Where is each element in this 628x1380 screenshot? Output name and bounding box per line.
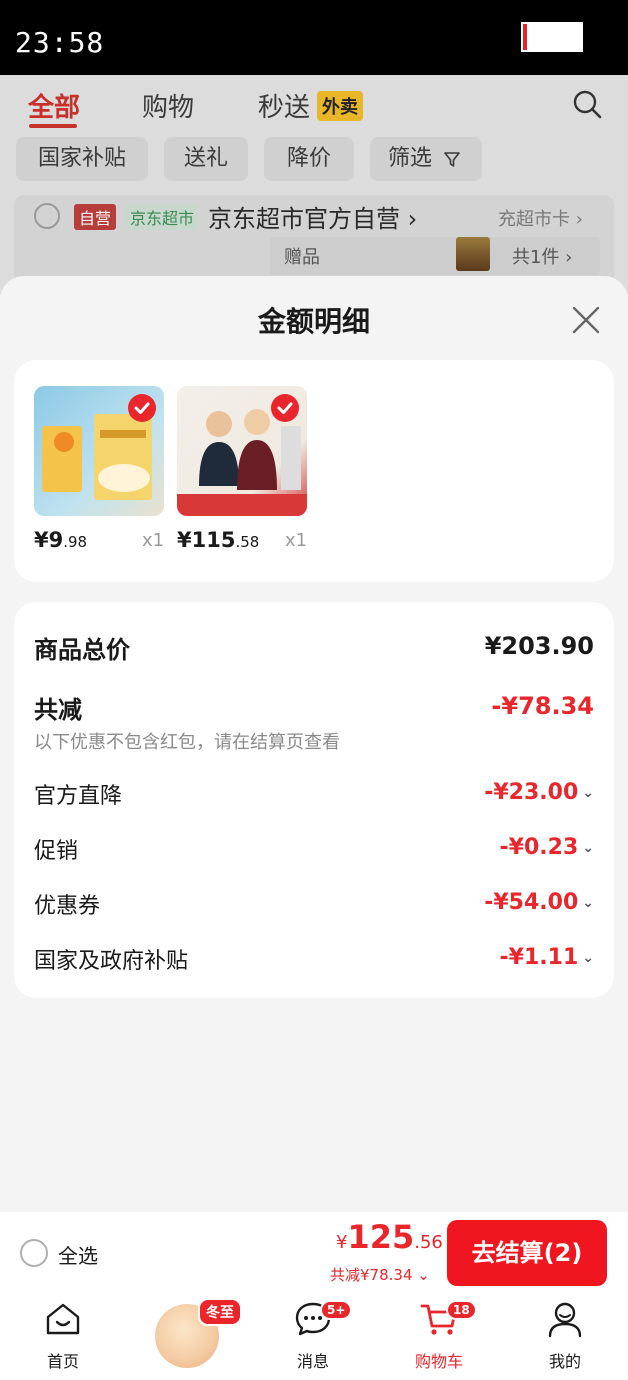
nav-home-label: 首页 bbox=[46, 1352, 79, 1371]
search-icon[interactable] bbox=[572, 89, 602, 119]
nav-cart[interactable]: 18 购物车 bbox=[394, 1296, 484, 1380]
tab-express[interactable]: 秒送 bbox=[258, 87, 310, 124]
chevron-down-icon: ⌄ bbox=[582, 895, 594, 911]
check-icon bbox=[128, 394, 156, 422]
official-discount-value[interactable]: -¥23.00 ⌄ bbox=[484, 780, 594, 805]
status-bar: 23:58 bbox=[0, 0, 628, 75]
store-name[interactable]: 京东超市官方自营 › bbox=[208, 199, 417, 234]
mascot-badge: 冬至 bbox=[198, 1298, 242, 1326]
filter-gift[interactable]: 送礼 bbox=[164, 137, 248, 181]
total-discount-label: 共减 bbox=[34, 696, 82, 724]
product-image bbox=[177, 386, 307, 516]
home-icon bbox=[46, 1303, 80, 1335]
filter-subsidy[interactable]: 国家补贴 bbox=[16, 137, 148, 181]
background-page: 全部 购物 秒送 外卖 国家补贴 送礼 降价 筛选 自营 京东超市 京东超市官方… bbox=[0, 75, 628, 295]
nav-profile[interactable]: 我的 bbox=[520, 1296, 610, 1380]
select-all-radio[interactable] bbox=[20, 1239, 48, 1267]
product-item[interactable]: ¥115.58 x1 bbox=[177, 386, 307, 552]
nav-messages-label: 消息 bbox=[296, 1352, 329, 1371]
chevron-down-icon: ⌄ bbox=[582, 950, 594, 966]
total-price-value: ¥203.90 bbox=[484, 632, 594, 660]
products-card: ¥9.98 x1 ¥115.58 x1 bbox=[14, 360, 614, 582]
summary-card: 商品总价 ¥203.90 共减 -¥78.34 以下优惠不包含红包，请在结算页查… bbox=[14, 602, 614, 998]
coupon-value[interactable]: -¥54.00 ⌄ bbox=[484, 890, 594, 915]
total-discount-value: -¥78.34 bbox=[491, 692, 594, 720]
product-item[interactable]: ¥9.98 x1 bbox=[34, 386, 164, 552]
profile-icon bbox=[548, 1302, 582, 1338]
store-radio[interactable] bbox=[34, 203, 60, 229]
amount-detail-sheet: 金额明细 ¥9.98 x1 ¥115.58 x1 商品总价 ¥203.90 共减… bbox=[0, 276, 628, 1212]
gift-row[interactable]: 赠品 共1件 › bbox=[270, 237, 600, 275]
tab-shopping[interactable]: 购物 bbox=[142, 87, 194, 124]
close-icon[interactable] bbox=[568, 302, 604, 338]
official-discount-label: 官方直降 bbox=[34, 784, 123, 809]
coupon-label: 优惠券 bbox=[34, 894, 101, 919]
promotion-label: 促销 bbox=[34, 839, 79, 864]
total-amount: ¥125.56 bbox=[336, 1218, 443, 1256]
filter-label: 筛选 bbox=[388, 146, 433, 171]
filter-button[interactable]: 筛选 bbox=[370, 137, 482, 181]
checkout-button[interactable]: 去结算(2) bbox=[447, 1220, 607, 1286]
subsidy-value[interactable]: -¥1.11 ⌄ bbox=[500, 945, 594, 970]
funnel-icon bbox=[444, 152, 460, 167]
total-price-label: 商品总价 bbox=[34, 636, 130, 664]
battery-icon bbox=[521, 22, 583, 52]
nav-profile-label: 我的 bbox=[548, 1352, 581, 1371]
messages-badge: 5+ bbox=[320, 1300, 353, 1320]
nav-messages[interactable]: 5+ 消息 bbox=[268, 1296, 358, 1380]
nav-cart-label: 购物车 bbox=[414, 1352, 463, 1371]
cart-badge: 18 bbox=[446, 1300, 477, 1320]
status-time: 23:58 bbox=[15, 26, 105, 59]
chevron-down-icon: ⌄ bbox=[582, 840, 594, 856]
checkout-bar: 全选 ¥125.56 共减¥78.34 ⌄ 去结算(2) bbox=[0, 1212, 628, 1296]
gift-count: 共1件 › bbox=[512, 247, 573, 268]
total-saved-toggle[interactable]: 共减¥78.34 ⌄ bbox=[330, 1264, 430, 1285]
jd-supermarket-tag: 京东超市 bbox=[126, 204, 199, 230]
cart-tabs: 全部 购物 秒送 外卖 bbox=[0, 81, 628, 129]
product-qty: x1 bbox=[285, 530, 308, 551]
tab-all[interactable]: 全部 bbox=[28, 87, 80, 124]
bottom-nav: 首页 冬至 5+ 消息 18 购物车 我的 bbox=[0, 1296, 628, 1380]
self-operated-tag: 自营 bbox=[74, 204, 117, 230]
nav-home[interactable]: 首页 bbox=[18, 1296, 108, 1380]
sheet-title: 金额明细 bbox=[257, 305, 370, 338]
product-qty: x1 bbox=[142, 530, 165, 551]
chevron-down-icon: ⌄ bbox=[582, 785, 594, 801]
subsidy-label: 国家及政府补贴 bbox=[34, 949, 189, 974]
product-image bbox=[34, 386, 164, 516]
supermarket-card-link[interactable]: 充超市卡 › bbox=[498, 205, 583, 231]
discount-note: 以下优惠不包含红包，请在结算页查看 bbox=[34, 732, 340, 753]
filter-price-drop[interactable]: 降价 bbox=[264, 137, 354, 181]
gift-label: 赠品 bbox=[284, 247, 320, 268]
product-price: ¥115.58 bbox=[177, 528, 260, 552]
product-price: ¥9.98 bbox=[34, 528, 88, 552]
check-icon bbox=[271, 394, 299, 422]
filter-chips: 国家补贴 送礼 降价 筛选 bbox=[0, 137, 628, 185]
tab-underline bbox=[29, 124, 77, 128]
select-all-label[interactable]: 全选 bbox=[58, 1240, 98, 1269]
promotion-value[interactable]: -¥0.23 ⌄ bbox=[500, 835, 594, 860]
takeout-badge: 外卖 bbox=[317, 91, 363, 121]
gift-thumbnail bbox=[456, 237, 490, 271]
